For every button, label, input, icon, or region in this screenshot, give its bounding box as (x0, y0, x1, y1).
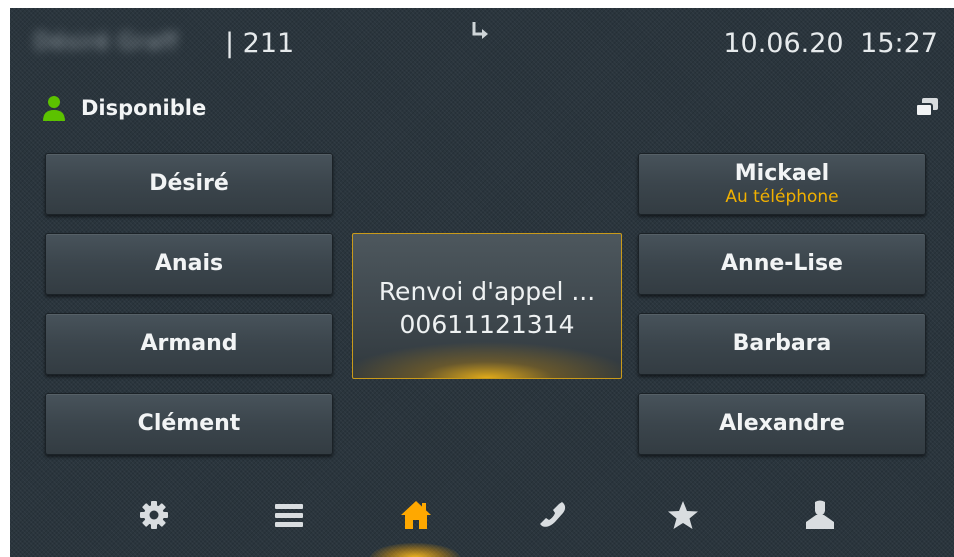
speed-dial-label: Clément (137, 411, 241, 436)
person-icon[interactable] (803, 498, 837, 532)
menu-icon[interactable] (272, 498, 306, 532)
phone-icon[interactable] (535, 498, 569, 532)
speed-dial-label: Désiré (149, 171, 229, 196)
speed-dial-label: Alexandre (719, 411, 845, 436)
forward-number: 00611121314 (399, 310, 575, 339)
date-time: 10.06.20 15:27 (723, 28, 938, 59)
speed-dial-desire[interactable]: Désiré (45, 153, 333, 215)
forward-title: Renvoi d'appel ... (378, 277, 596, 306)
phone-screen: Désiré Graff | 211 10.06.20 15:27 Dispon… (10, 8, 954, 557)
call-forward-icon (472, 22, 488, 39)
owner-name: Désiré Graff (34, 30, 179, 55)
presence-status[interactable]: Disponible (81, 96, 206, 120)
windows-icon[interactable] (914, 96, 940, 120)
speed-dial-label: Mickael (734, 160, 830, 186)
star-icon[interactable] (666, 498, 700, 532)
extension-number: | 211 (225, 28, 295, 59)
active-tab-glow (370, 543, 460, 557)
contact-status: Au téléphone (725, 186, 839, 207)
home-icon[interactable] (399, 498, 433, 532)
speed-dial-barbara[interactable]: Barbara (638, 313, 926, 375)
speed-dial-alexandre[interactable]: Alexandre (638, 393, 926, 455)
speed-dial-anais[interactable]: Anais (45, 233, 333, 295)
speed-dial-mickael[interactable]: Mickael Au téléphone (638, 153, 926, 215)
speed-dial-label: Anais (154, 251, 224, 276)
presence-user-icon (43, 96, 65, 121)
speed-dial-label: Barbara (732, 331, 832, 356)
speed-dial-armand[interactable]: Armand (45, 313, 333, 375)
gear-icon[interactable] (137, 498, 171, 532)
speed-dial-clement[interactable]: Clément (45, 393, 333, 455)
call-forward-tile[interactable]: Renvoi d'appel ... 00611121314 (352, 233, 622, 379)
speed-dial-anne-lise[interactable]: Anne-Lise (638, 233, 926, 295)
speed-dial-label: Anne-Lise (721, 251, 843, 276)
speed-dial-label: Armand (140, 331, 238, 356)
